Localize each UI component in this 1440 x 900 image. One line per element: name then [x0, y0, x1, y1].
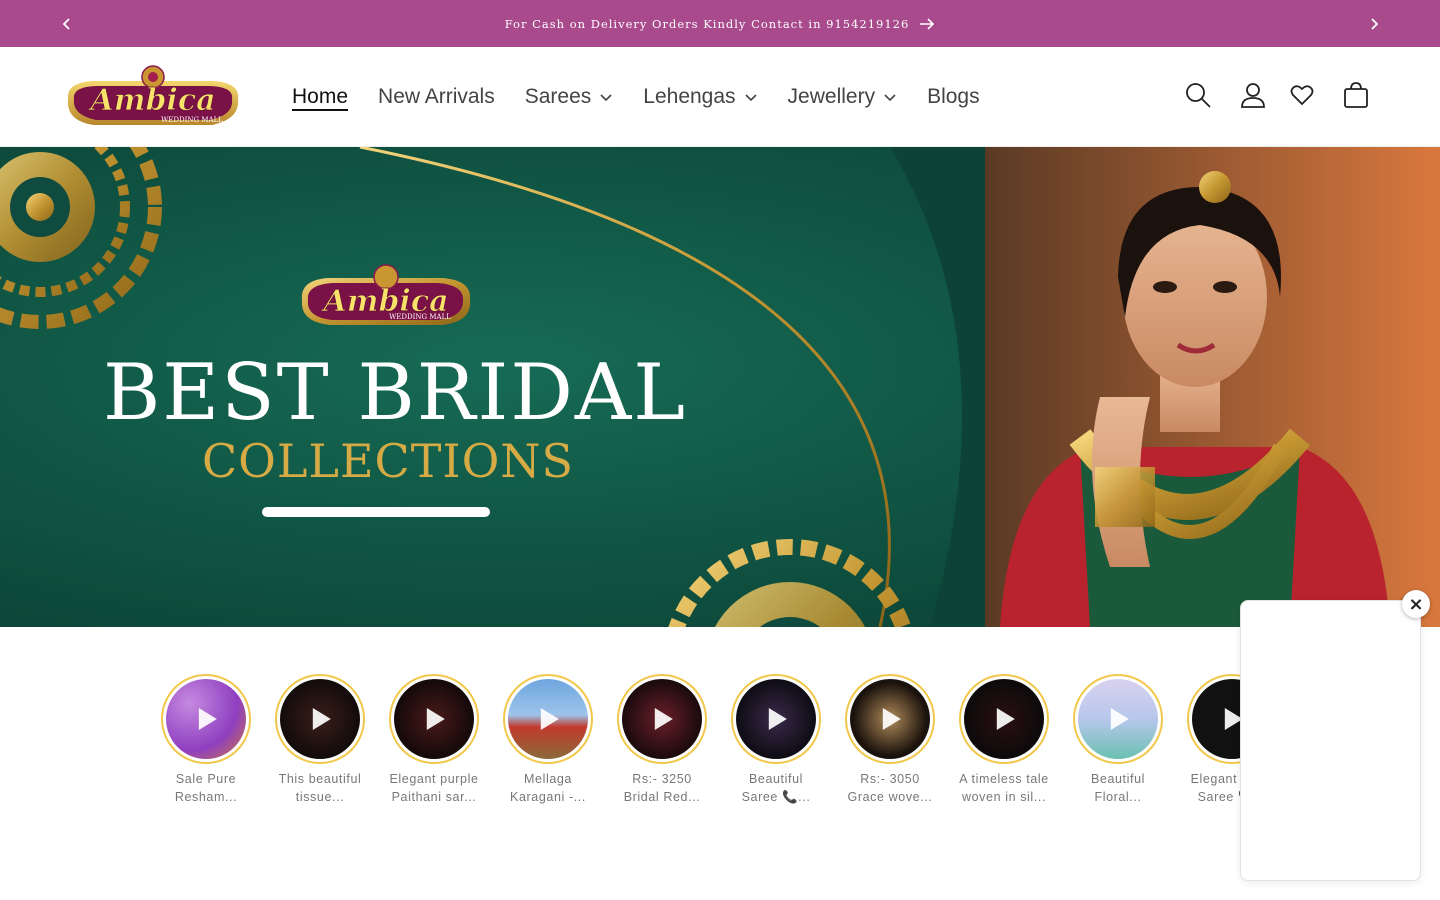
wishlist-button[interactable]	[1284, 77, 1320, 113]
story-caption: A timeless tale woven in sil...	[959, 772, 1049, 804]
nav-item-sarees[interactable]: Sarees	[525, 85, 614, 109]
cart-icon	[1344, 82, 1368, 108]
nav-item-label: New Arrivals	[378, 85, 495, 108]
chevron-right-icon	[1371, 18, 1379, 30]
announcement-text: For Cash on Delivery Orders Kindly Conta…	[504, 16, 910, 31]
arrow-right-icon	[920, 17, 935, 30]
video-stories: Sale Pure Resham... This beautiful tissue.…	[160, 674, 1278, 806]
floating-video-widget[interactable]	[1240, 600, 1421, 881]
cart-button[interactable]	[1338, 77, 1374, 113]
story-thumbnail	[166, 679, 246, 759]
story-item[interactable]: A timeless tale woven in sil...	[958, 674, 1050, 806]
story-caption: This beautiful tissue...	[278, 772, 362, 804]
hero-subheadline: COLLECTIONS	[202, 434, 574, 488]
story-item[interactable]: Rs:- 3050 Grace wove...	[844, 674, 936, 806]
announcement-next-button[interactable]	[1362, 12, 1386, 36]
story-thumbnail	[1078, 679, 1158, 759]
nav-item-jewellery[interactable]: Jewellery	[788, 85, 898, 109]
announcement-link[interactable]: For Cash on Delivery Orders Kindly Conta…	[505, 17, 936, 31]
play-icon	[654, 708, 673, 730]
play-icon	[1110, 708, 1129, 730]
story-item[interactable]: Rs:- 3250 Bridal Red...	[616, 674, 708, 806]
nav-item-new-arrivals[interactable]: New Arrivals	[378, 85, 495, 109]
story-caption: Elegant purple Paithani sar...	[389, 772, 479, 804]
svg-text:Ambica: Ambica	[87, 83, 215, 118]
header-icons	[1180, 77, 1374, 113]
play-icon	[198, 708, 217, 730]
nav-item-lehengas[interactable]: Lehengas	[643, 85, 757, 109]
account-icon	[1241, 83, 1265, 108]
play-icon	[996, 708, 1015, 730]
site-header: Ambica WEDDING MALL Home New Arrivals Sa…	[0, 47, 1440, 147]
nav-item-label: Home	[292, 85, 349, 108]
play-icon	[882, 708, 901, 730]
story-thumbnail	[280, 679, 360, 759]
chevron-down-icon	[744, 94, 757, 102]
story-caption: Rs:- 3050 Grace wove...	[847, 772, 933, 804]
store-logo[interactable]: Ambica WEDDING MALL	[62, 65, 244, 129]
play-icon	[426, 708, 445, 730]
main-navigation: Home New Arrivals Sarees Lehengas Jewell…	[292, 47, 1010, 147]
story-caption: Mellaga Karagani -...	[510, 772, 586, 804]
story-item[interactable]: This beautiful tissue...	[274, 674, 366, 806]
story-item[interactable]: Sale Pure Resham...	[160, 674, 252, 806]
chevron-down-icon	[600, 94, 612, 102]
play-icon	[540, 708, 559, 730]
announcement-bar: For Cash on Delivery Orders Kindly Conta…	[0, 0, 1440, 47]
story-thumbnail	[622, 679, 702, 759]
close-icon: ×	[1408, 593, 1424, 615]
close-widget-button[interactable]: ×	[1402, 590, 1430, 618]
nav-item-label: Blogs	[927, 85, 980, 108]
nav-item-label: Sarees	[524, 85, 592, 108]
nav-item-home[interactable]: Home	[292, 85, 348, 109]
search-button[interactable]	[1180, 77, 1216, 113]
story-item[interactable]: Beautiful Floral...	[1072, 674, 1164, 806]
story-thumbnail	[736, 679, 816, 759]
nav-item-label: Jewellery	[787, 85, 876, 108]
story-item[interactable]: Elegant purple Paithani sar...	[388, 674, 480, 806]
account-button[interactable]	[1235, 77, 1271, 113]
hero-headline: BEST BRIDAL	[103, 348, 687, 438]
story-thumbnail	[964, 679, 1044, 759]
story-caption: Rs:- 3250 Bridal Red...	[623, 772, 701, 804]
play-icon	[312, 708, 331, 730]
story-item[interactable]: Mellaga Karagani -...	[502, 674, 594, 806]
hero-banner[interactable]: Ambica WEDDING MALL BEST BRIDAL COLLECTI…	[0, 147, 1440, 627]
hero-banner-image: Ambica WEDDING MALL BEST BRIDAL COLLECTI…	[0, 147, 1440, 627]
story-caption: Beautiful Floral...	[1090, 772, 1146, 804]
nav-item-label: Lehengas	[643, 85, 736, 108]
search-icon	[1186, 83, 1211, 108]
chevron-down-icon	[884, 94, 896, 102]
nav-item-blogs[interactable]: Blogs	[927, 85, 980, 109]
story-thumbnail	[394, 679, 474, 759]
story-caption: Sale Pure Resham...	[174, 772, 238, 804]
story-item[interactable]: Beautiful Saree 📞...	[730, 674, 822, 806]
wishlist-heart-icon	[1290, 85, 1314, 106]
story-caption: Beautiful Saree 📞...	[741, 772, 811, 804]
story-thumbnail	[850, 679, 930, 759]
story-thumbnail	[508, 679, 588, 759]
ambica-logo-image: Ambica WEDDING MALL	[67, 65, 239, 125]
play-icon	[768, 708, 787, 730]
svg-text:WEDDING MALL: WEDDING MALL	[161, 116, 223, 124]
svg-text:WEDDING MALL: WEDDING MALL	[389, 313, 451, 321]
